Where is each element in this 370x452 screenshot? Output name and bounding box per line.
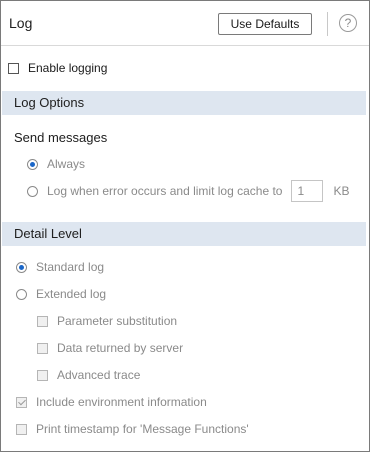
panel-title: Log [9, 15, 33, 31]
print-timestamp-label: Print timestamp for 'Message Functions' [36, 422, 249, 436]
header-divider [327, 12, 328, 36]
send-messages-heading: Send messages [14, 130, 108, 145]
help-icon[interactable]: ? [339, 14, 357, 32]
log-on-error-radio[interactable] [27, 185, 38, 197]
section-header-detail-level: Detail Level [2, 222, 366, 246]
standard-log-radio[interactable] [16, 261, 27, 273]
always-option-row[interactable]: Always [27, 155, 85, 173]
extended-log-radio[interactable] [16, 288, 27, 300]
print-timestamp-row[interactable]: Print timestamp for 'Message Functions' [16, 420, 249, 438]
section-header-log-options: Log Options [2, 91, 366, 115]
extended-log-label: Extended log [36, 287, 107, 301]
advanced-trace-checkbox[interactable] [37, 369, 48, 381]
include-environment-label: Include environment information [36, 395, 207, 409]
enable-logging-checkbox[interactable] [8, 62, 19, 74]
log-on-error-label: Log when error occurs and limit log cach… [47, 184, 283, 198]
cache-unit-label: KB [333, 184, 350, 198]
always-label: Always [47, 157, 86, 171]
on-error-option-row[interactable]: Log when error occurs and limit log cach… [27, 180, 349, 202]
standard-log-label: Standard log [36, 260, 105, 274]
enable-logging-label: Enable logging [28, 61, 108, 75]
always-radio[interactable] [27, 158, 38, 170]
data-returned-row[interactable]: Data returned by server [37, 339, 183, 357]
enable-logging-row[interactable]: Enable logging [8, 59, 107, 77]
panel-header: Log Use Defaults ? [1, 1, 369, 46]
parameter-substitution-label: Parameter substitution [57, 314, 178, 328]
parameter-substitution-row[interactable]: Parameter substitution [37, 312, 177, 330]
include-environment-checkbox[interactable] [16, 396, 27, 408]
include-environment-row[interactable]: Include environment information [16, 393, 207, 411]
parameter-substitution-checkbox[interactable] [37, 315, 48, 327]
print-timestamp-checkbox[interactable] [16, 423, 27, 435]
log-cache-size-input[interactable]: 1 [291, 180, 324, 202]
data-returned-checkbox[interactable] [37, 342, 48, 354]
advanced-trace-label: Advanced trace [57, 368, 141, 382]
extended-log-row[interactable]: Extended log [16, 285, 106, 303]
standard-log-row[interactable]: Standard log [16, 258, 104, 276]
advanced-trace-row[interactable]: Advanced trace [37, 366, 140, 384]
data-returned-label: Data returned by server [57, 341, 184, 355]
log-panel: Log Use Defaults ? Enable logging Log Op… [0, 0, 370, 452]
use-defaults-button[interactable]: Use Defaults [218, 13, 312, 35]
